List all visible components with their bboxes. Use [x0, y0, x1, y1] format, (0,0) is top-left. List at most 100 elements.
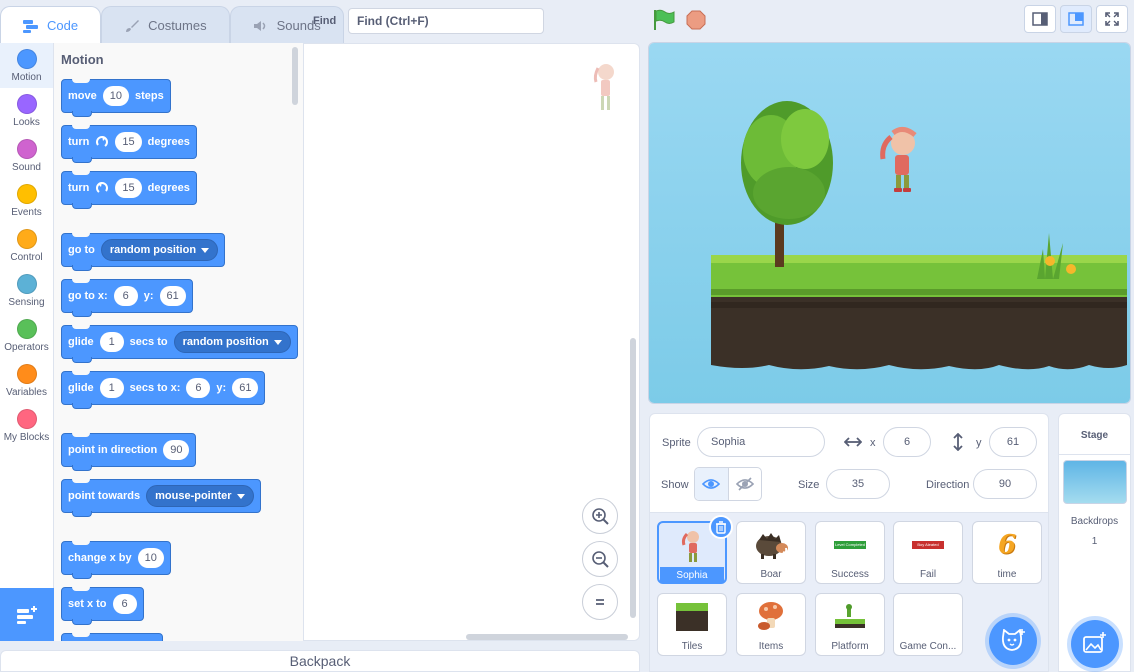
fail-banner: Boy Aleated	[912, 541, 944, 549]
category-events[interactable]: Events	[0, 178, 53, 223]
sprite-tile-game-controller[interactable]: Game Con...	[893, 593, 963, 656]
find-label: Find	[313, 15, 337, 27]
sprite-tile-fail[interactable]: Boy Aleated Fail	[893, 521, 963, 584]
events-dot-icon	[16, 183, 37, 204]
caret-down-icon	[201, 247, 210, 253]
script-workspace[interactable]	[304, 43, 640, 641]
zoom-reset-button[interactable]	[582, 584, 618, 620]
block-dropdown[interactable]: random position	[173, 331, 291, 353]
block-input[interactable]: 1	[99, 378, 124, 398]
green-flag-icon[interactable]	[652, 9, 676, 31]
category-label: My Blocks	[3, 431, 50, 443]
category-operators[interactable]: Operators	[0, 313, 53, 358]
sprite-tile-platform[interactable]: Platform	[815, 593, 885, 656]
block-input[interactable]: 61	[232, 378, 259, 398]
sprite-tile-boar[interactable]: Boar	[736, 521, 806, 584]
sprite-thumbnail	[905, 600, 951, 634]
block-input[interactable]: 61	[159, 286, 186, 306]
success-banner: Level Completed	[834, 541, 866, 549]
tab-costumes[interactable]: Costumes	[101, 6, 230, 44]
workspace-horizontal-scrollbar[interactable]	[466, 634, 628, 640]
choose-sprite-button[interactable]	[989, 617, 1037, 665]
tab-code[interactable]: Code	[0, 6, 102, 44]
sprite-tile-sophia[interactable]: Sophia	[657, 515, 733, 584]
small-stage-button[interactable]	[1024, 5, 1056, 33]
y-field[interactable]: 61	[989, 427, 1037, 457]
block-input[interactable]: 6	[113, 286, 138, 306]
block-input[interactable]: 1	[99, 332, 124, 352]
block-input[interactable]: 15	[115, 132, 142, 152]
editor-tabs: Code Costumes Sounds	[0, 6, 344, 44]
block-text: degrees	[147, 136, 190, 148]
show-button[interactable]	[695, 468, 729, 500]
fullscreen-button[interactable]	[1096, 5, 1128, 33]
operators-dot-icon	[16, 318, 37, 339]
block-input[interactable]: 6	[186, 378, 211, 398]
block-point-towards[interactable]: point towards mouse-pointer	[61, 479, 261, 517]
sprite-tile-tiles[interactable]: Tiles	[657, 593, 727, 656]
category-sensing[interactable]: Sensing	[0, 268, 53, 313]
block-glide-to[interactable]: glide 1 secs to random position	[61, 325, 298, 363]
normal-stage-button[interactable]	[1060, 5, 1092, 33]
block-text: secs to x:	[129, 382, 181, 394]
block-text: glide	[68, 382, 94, 394]
sprite-name-field[interactable]: Sophia	[697, 427, 825, 457]
x-field[interactable]: 6	[883, 427, 931, 457]
stage-selector[interactable]: Stage Backdrops 1	[1058, 413, 1131, 672]
category-looks[interactable]: Looks	[0, 88, 53, 133]
category-sound[interactable]: Sound	[0, 133, 53, 178]
block-point-direction[interactable]: point in direction 90	[61, 433, 197, 471]
block-move-steps[interactable]: move 10 steps	[61, 79, 171, 117]
zoom-out-button[interactable]	[582, 541, 618, 577]
block-input[interactable]: 90	[163, 440, 190, 460]
block-turn-left[interactable]: turn 15 degrees	[61, 171, 197, 209]
block-turn-right[interactable]: turn 15 degrees	[61, 125, 197, 163]
add-extension-button[interactable]	[0, 588, 54, 641]
sprite-tile-success[interactable]: Level Completed Success	[815, 521, 885, 584]
block-input[interactable]: 10	[137, 548, 164, 568]
sprite-tile-time[interactable]: 6 time	[972, 521, 1042, 584]
sprite-tile-items[interactable]: Items	[736, 593, 806, 656]
small-stage-icon	[1032, 12, 1048, 26]
backpack[interactable]: Backpack	[0, 650, 640, 672]
category-label: Sensing	[8, 296, 45, 308]
block-dropdown[interactable]: random position	[100, 239, 219, 261]
category-my-blocks[interactable]: My Blocks	[0, 403, 53, 448]
x-label: x	[870, 437, 876, 449]
block-input[interactable]: 15	[115, 178, 142, 198]
direction-field[interactable]: 90	[973, 469, 1037, 499]
workspace-vertical-scrollbar[interactable]	[630, 338, 636, 618]
block-dropdown[interactable]: mouse-pointer	[146, 485, 254, 507]
palette-scrollbar[interactable]	[292, 47, 298, 105]
category-motion[interactable]: Motion	[0, 43, 53, 88]
category-label: Variables	[6, 386, 47, 398]
category-variables[interactable]: Variables	[0, 358, 53, 403]
find-input[interactable]: Find (Ctrl+F)	[348, 8, 544, 34]
zoom-in-button[interactable]	[582, 498, 618, 534]
looks-dot-icon	[16, 93, 37, 114]
size-field[interactable]: 35	[826, 469, 890, 499]
block-glide-xy[interactable]: glide 1 secs to x: 6 y: 61	[61, 371, 266, 409]
sprite-thumbnail: 6	[984, 528, 1030, 562]
sprite-name: Platform	[831, 641, 869, 652]
block-input[interactable]: 10	[102, 86, 129, 106]
speaker-icon	[253, 19, 269, 33]
visibility-toggle	[694, 467, 762, 501]
block-go-to-xy[interactable]: go to x: 6 y: 61	[61, 279, 193, 317]
stage-canvas[interactable]	[648, 42, 1131, 404]
choose-backdrop-button[interactable]	[1071, 620, 1119, 668]
category-control[interactable]: Control	[0, 223, 53, 268]
block-change-x[interactable]: change x by 10	[61, 541, 171, 579]
hide-button[interactable]	[729, 468, 762, 500]
stop-icon[interactable]	[686, 10, 706, 30]
block-partial[interactable]	[61, 633, 163, 641]
block-input[interactable]: 6	[112, 594, 137, 614]
time-digit: 6	[997, 530, 1017, 560]
sprite-name: time	[997, 569, 1017, 580]
size-label: Size	[798, 479, 820, 491]
block-set-x[interactable]: set x to 6	[61, 587, 144, 625]
delete-sprite-button[interactable]	[709, 515, 733, 539]
my-blocks-dot-icon	[16, 408, 37, 429]
block-text: turn	[68, 136, 90, 148]
block-go-to[interactable]: go to random position	[61, 233, 226, 271]
